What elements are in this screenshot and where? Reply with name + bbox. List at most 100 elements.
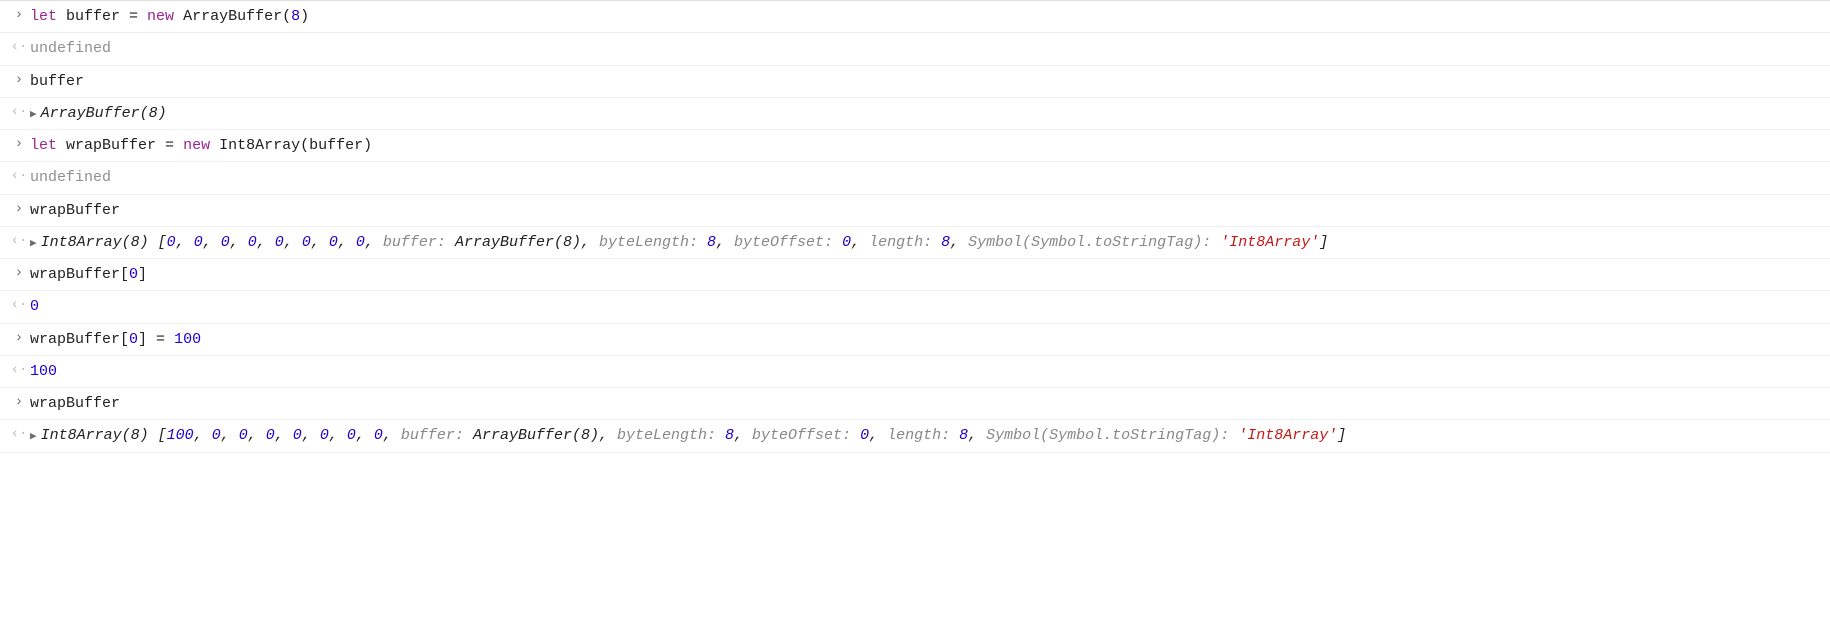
code-token: = xyxy=(129,8,147,25)
console-input-text: buffer xyxy=(30,70,1820,93)
console-output-row: ‹·undefined xyxy=(0,33,1830,65)
code-token: length: xyxy=(887,427,959,444)
code-token: , xyxy=(257,234,275,251)
code-token: ) xyxy=(363,137,372,154)
expand-object-icon[interactable]: ▶ xyxy=(30,429,37,446)
code-token: 0 xyxy=(275,234,284,251)
output-arrow-icon: ‹· xyxy=(8,360,30,382)
code-token: , xyxy=(599,427,617,444)
code-token: 0 xyxy=(329,234,338,251)
code-token: Int8Array(8) xyxy=(41,234,158,251)
code-token: 100 xyxy=(30,363,57,380)
input-prompt-icon: › xyxy=(8,134,30,156)
code-token: 0 xyxy=(239,427,248,444)
console-input-row[interactable]: ›wrapBuffer[0] = 100 xyxy=(0,324,1830,356)
code-token: , xyxy=(311,234,329,251)
code-token: 100 xyxy=(167,427,194,444)
code-token: 0 xyxy=(212,427,221,444)
code-token: , xyxy=(869,427,887,444)
console-input-text: wrapBuffer[0] xyxy=(30,263,1820,286)
code-token: 0 xyxy=(221,234,230,251)
console-input-text: let buffer = new ArrayBuffer(8) xyxy=(30,5,1820,28)
code-token: , xyxy=(581,234,599,251)
devtools-console: ›let buffer = new ArrayBuffer(8)‹·undefi… xyxy=(0,0,1830,453)
code-token: new xyxy=(183,137,219,154)
code-token: 8 xyxy=(941,234,950,251)
console-output-row: ‹·▶Int8Array(8) [100, 0, 0, 0, 0, 0, 0, … xyxy=(0,420,1830,452)
input-prompt-icon: › xyxy=(8,263,30,285)
code-token: ] xyxy=(1337,427,1346,444)
input-prompt-icon: › xyxy=(8,70,30,92)
console-output-text: ▶Int8Array(8) [0, 0, 0, 0, 0, 0, 0, 0, b… xyxy=(30,231,1820,254)
code-token: , xyxy=(275,427,293,444)
code-token: buffer xyxy=(66,8,129,25)
code-token: 0 xyxy=(347,427,356,444)
code-token: , xyxy=(734,427,752,444)
console-input-text: wrapBuffer xyxy=(30,392,1820,415)
code-token: [ xyxy=(158,427,167,444)
code-token: Symbol(Symbol.toStringTag): xyxy=(968,234,1220,251)
code-token: let xyxy=(30,8,66,25)
code-token: , xyxy=(176,234,194,251)
code-token: , xyxy=(329,427,347,444)
code-token: buffer: xyxy=(383,234,455,251)
output-arrow-icon: ‹· xyxy=(8,424,30,446)
console-input-row[interactable]: ›wrapBuffer[0] xyxy=(0,259,1830,291)
code-token: ( xyxy=(300,137,309,154)
code-token: 0 xyxy=(842,234,851,251)
input-prompt-icon: › xyxy=(8,199,30,221)
code-token: 0 xyxy=(194,234,203,251)
code-token: ] = xyxy=(138,331,174,348)
code-token: , xyxy=(230,234,248,251)
code-token: 0 xyxy=(30,298,39,315)
console-input-row[interactable]: ›buffer xyxy=(0,66,1830,98)
code-token: , xyxy=(950,234,968,251)
console-input-text: wrapBuffer[0] = 100 xyxy=(30,328,1820,351)
code-token: ArrayBuffer(8) xyxy=(455,234,581,251)
code-token: 8 xyxy=(959,427,968,444)
console-input-text: wrapBuffer xyxy=(30,199,1820,222)
code-token: buffer xyxy=(309,137,363,154)
expand-object-icon[interactable]: ▶ xyxy=(30,107,37,124)
console-output-row: ‹·▶ArrayBuffer(8) xyxy=(0,98,1830,130)
console-input-row[interactable]: ›let buffer = new ArrayBuffer(8) xyxy=(0,0,1830,33)
code-token: wrapBuffer xyxy=(30,395,120,412)
console-output-row: ‹·undefined xyxy=(0,162,1830,194)
console-input-row[interactable]: ›let wrapBuffer = new Int8Array(buffer) xyxy=(0,130,1830,162)
code-token: , xyxy=(383,427,401,444)
console-input-text: let wrapBuffer = new Int8Array(buffer) xyxy=(30,134,1820,157)
input-prompt-icon: › xyxy=(8,5,30,27)
code-token: 0 xyxy=(302,234,311,251)
code-token: 8 xyxy=(291,8,300,25)
code-token: 8 xyxy=(725,427,734,444)
code-token: byteLength: xyxy=(599,234,707,251)
code-token: , xyxy=(248,427,266,444)
code-token: ( xyxy=(282,8,291,25)
code-token: ArrayBuffer xyxy=(183,8,282,25)
expand-object-icon[interactable]: ▶ xyxy=(30,236,37,253)
code-token: 0 xyxy=(266,427,275,444)
input-prompt-icon: › xyxy=(8,392,30,414)
code-token: = xyxy=(165,137,183,154)
console-output-text: 100 xyxy=(30,360,1820,383)
code-token: wrapBuffer xyxy=(30,331,120,348)
code-token: Symbol(Symbol.toStringTag): xyxy=(986,427,1238,444)
console-input-row[interactable]: ›wrapBuffer xyxy=(0,388,1830,420)
code-token: , xyxy=(203,234,221,251)
code-token: buffer: xyxy=(401,427,473,444)
console-output-row: ‹·0 xyxy=(0,291,1830,323)
output-arrow-icon: ‹· xyxy=(8,295,30,317)
console-input-row[interactable]: ›wrapBuffer xyxy=(0,195,1830,227)
console-output-text: ▶ArrayBuffer(8) xyxy=(30,102,1820,125)
code-token: ) xyxy=(300,8,309,25)
code-token: , xyxy=(284,234,302,251)
code-token: 0 xyxy=(320,427,329,444)
code-token: 0 xyxy=(293,427,302,444)
code-token: 0 xyxy=(167,234,176,251)
code-token: wrapBuffer xyxy=(30,266,120,283)
code-token: wrapBuffer xyxy=(66,137,165,154)
code-token: undefined xyxy=(30,169,111,186)
code-token: , xyxy=(356,427,374,444)
code-token: ] xyxy=(1319,234,1328,251)
code-token: Int8Array(8) xyxy=(41,427,158,444)
